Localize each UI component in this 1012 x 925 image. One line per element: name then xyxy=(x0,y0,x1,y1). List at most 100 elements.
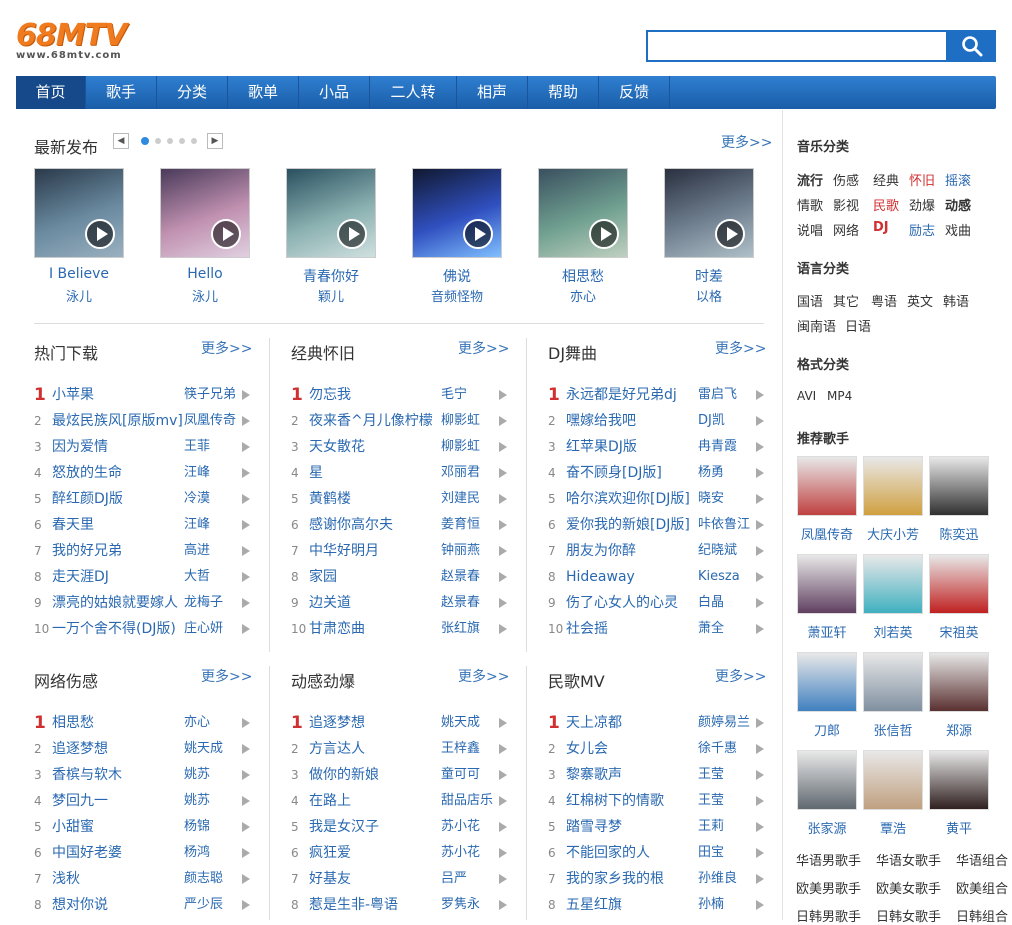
list-item[interactable]: 1 相思愁 亦心 xyxy=(34,710,254,736)
list-item[interactable]: 8 走天涯DJ 大哲 xyxy=(34,564,254,590)
play-arrow-icon[interactable] xyxy=(756,900,764,910)
song-title[interactable]: 女儿会 xyxy=(566,736,701,762)
song-artist[interactable]: 泳儿 xyxy=(160,286,250,305)
song-artist[interactable]: 毛宁 xyxy=(441,382,501,408)
song-title[interactable]: 好基友 xyxy=(309,866,444,892)
music-tag[interactable]: 动感 xyxy=(945,195,971,214)
song-title[interactable]: 夜来香^月儿像柠檬 xyxy=(309,408,444,434)
language-tag[interactable]: 粤语 xyxy=(871,291,897,310)
song-artist[interactable]: 龙梅子 xyxy=(184,590,244,616)
play-arrow-icon[interactable] xyxy=(756,468,764,478)
list-item[interactable]: 4 在路上 甜品店乐 xyxy=(291,788,511,814)
song-artist[interactable]: 雷启飞 xyxy=(698,382,758,408)
list-item[interactable]: 5 小甜蜜 杨锦 xyxy=(34,814,254,840)
list-item[interactable]: 6 爱你我的新娘[DJ版] 咔依鲁江 xyxy=(548,512,768,538)
music-tag[interactable]: 摇滚 xyxy=(945,170,971,189)
list-item[interactable]: 10 一万个舍不得(DJ版) 庄心妍 xyxy=(34,616,254,642)
song-title[interactable]: 我的家乡我的根 xyxy=(566,866,701,892)
list-item[interactable]: 8 家园 赵景春 xyxy=(291,564,511,590)
song-artist[interactable]: 颜婷易兰 xyxy=(698,710,758,736)
play-icon[interactable] xyxy=(337,219,367,249)
singer-group-link[interactable]: 华语组合 xyxy=(956,850,1008,869)
list-item[interactable]: 7 朋友为你醉 纪晓斌 xyxy=(548,538,768,564)
song-artist[interactable]: 苏小花 xyxy=(441,814,501,840)
song-artist[interactable]: 童可可 xyxy=(441,762,501,788)
play-arrow-icon[interactable] xyxy=(499,718,507,728)
format-tag[interactable]: AVI xyxy=(797,389,816,403)
song-artist[interactable]: Kiesza xyxy=(698,564,758,590)
song-artist[interactable]: 姚天成 xyxy=(184,736,244,762)
play-arrow-icon[interactable] xyxy=(242,468,250,478)
song-artist[interactable]: 纪晓斌 xyxy=(698,538,758,564)
song-artist[interactable]: 冷漠 xyxy=(184,486,244,512)
song-artist[interactable]: 严少辰 xyxy=(184,892,244,918)
singer-group-link[interactable]: 日韩男歌手 xyxy=(796,906,861,925)
prev-arrow-icon[interactable]: ◀ xyxy=(113,133,129,149)
nav-crosstalk[interactable]: 相声 xyxy=(457,76,528,109)
song-title[interactable]: 红苹果DJ版 xyxy=(566,434,701,460)
singer-avatar[interactable] xyxy=(863,456,923,516)
song-artist[interactable]: 柳影虹 xyxy=(441,408,501,434)
play-arrow-icon[interactable] xyxy=(756,770,764,780)
singer-avatar[interactable] xyxy=(797,456,857,516)
song-artist[interactable]: 王莹 xyxy=(698,788,758,814)
play-arrow-icon[interactable] xyxy=(242,546,250,556)
list-item[interactable]: 7 好基友 吕严 xyxy=(291,866,511,892)
play-arrow-icon[interactable] xyxy=(756,390,764,400)
list-item[interactable]: 8 Hideaway Kiesza xyxy=(548,564,768,590)
carousel-dot[interactable] xyxy=(179,138,185,144)
song-title[interactable]: I Believe xyxy=(34,266,124,282)
song-title[interactable]: 追逐梦想 xyxy=(309,710,444,736)
play-arrow-icon[interactable] xyxy=(242,874,250,884)
song-title[interactable]: 永远都是好兄弟dj xyxy=(566,382,701,408)
play-arrow-icon[interactable] xyxy=(242,718,250,728)
play-arrow-icon[interactable] xyxy=(242,494,250,504)
song-title[interactable]: 梦回九一 xyxy=(52,788,187,814)
song-title[interactable]: 一万个舍不得(DJ版) xyxy=(52,616,187,642)
nav-singers[interactable]: 歌手 xyxy=(86,76,157,109)
song-title[interactable]: 疯狂爱 xyxy=(309,840,444,866)
song-title[interactable]: 佛说 xyxy=(412,266,502,286)
music-tag[interactable]: 网络 xyxy=(833,220,859,239)
play-arrow-icon[interactable] xyxy=(756,822,764,832)
play-arrow-icon[interactable] xyxy=(499,822,507,832)
song-title[interactable]: 黄鹤楼 xyxy=(309,486,444,512)
song-artist[interactable]: 颖儿 xyxy=(286,286,376,305)
song-artist[interactable]: 咔依鲁江 xyxy=(698,512,758,538)
list-item[interactable]: 10 社会摇 萧全 xyxy=(548,616,768,642)
play-arrow-icon[interactable] xyxy=(242,520,250,530)
song-artist[interactable]: 汪峰 xyxy=(184,460,244,486)
song-title[interactable]: 爱你我的新娘[DJ版] xyxy=(566,512,701,538)
song-artist[interactable]: 筷子兄弟 xyxy=(184,382,244,408)
singer-name[interactable]: 张家源 xyxy=(795,818,859,837)
song-artist[interactable]: 孙维良 xyxy=(698,866,758,892)
song-artist[interactable]: 杨勇 xyxy=(698,460,758,486)
song-artist[interactable]: 赵景春 xyxy=(441,590,501,616)
play-arrow-icon[interactable] xyxy=(242,770,250,780)
list-item[interactable]: 2 追逐梦想 姚天成 xyxy=(34,736,254,762)
song-artist[interactable]: 晓安 xyxy=(698,486,758,512)
list-item[interactable]: 2 方言达人 王梓鑫 xyxy=(291,736,511,762)
singer-name[interactable]: 萧亚轩 xyxy=(795,622,859,641)
play-arrow-icon[interactable] xyxy=(499,796,507,806)
list-item[interactable]: 1 追逐梦想 姚天成 xyxy=(291,710,511,736)
song-title[interactable]: 黎寨歌声 xyxy=(566,762,701,788)
list-item[interactable]: 10 甘肃恋曲 张红旗 xyxy=(291,616,511,642)
play-arrow-icon[interactable] xyxy=(242,442,250,452)
list-item[interactable]: 2 最炫民族风[原版mv] 凤凰传奇 xyxy=(34,408,254,434)
music-tag[interactable]: 影视 xyxy=(833,195,859,214)
singer-group-link[interactable]: 华语男歌手 xyxy=(796,850,861,869)
list-item[interactable]: 9 边关道 赵景春 xyxy=(291,590,511,616)
play-arrow-icon[interactable] xyxy=(499,572,507,582)
song-title[interactable]: 因为爱情 xyxy=(52,434,187,460)
song-title[interactable]: 天女散花 xyxy=(309,434,444,460)
music-tag[interactable]: 民歌 xyxy=(873,195,899,214)
video-thumbnail[interactable] xyxy=(286,168,376,258)
play-arrow-icon[interactable] xyxy=(242,624,250,634)
song-title[interactable]: 想对你说 xyxy=(52,892,187,918)
song-title[interactable]: 感谢你高尔夫 xyxy=(309,512,444,538)
singer-name[interactable]: 刀郎 xyxy=(795,720,859,739)
song-artist[interactable]: 苏小花 xyxy=(441,840,501,866)
singer-avatar[interactable] xyxy=(797,750,857,810)
list-item[interactable]: 2 女儿会 徐千惠 xyxy=(548,736,768,762)
